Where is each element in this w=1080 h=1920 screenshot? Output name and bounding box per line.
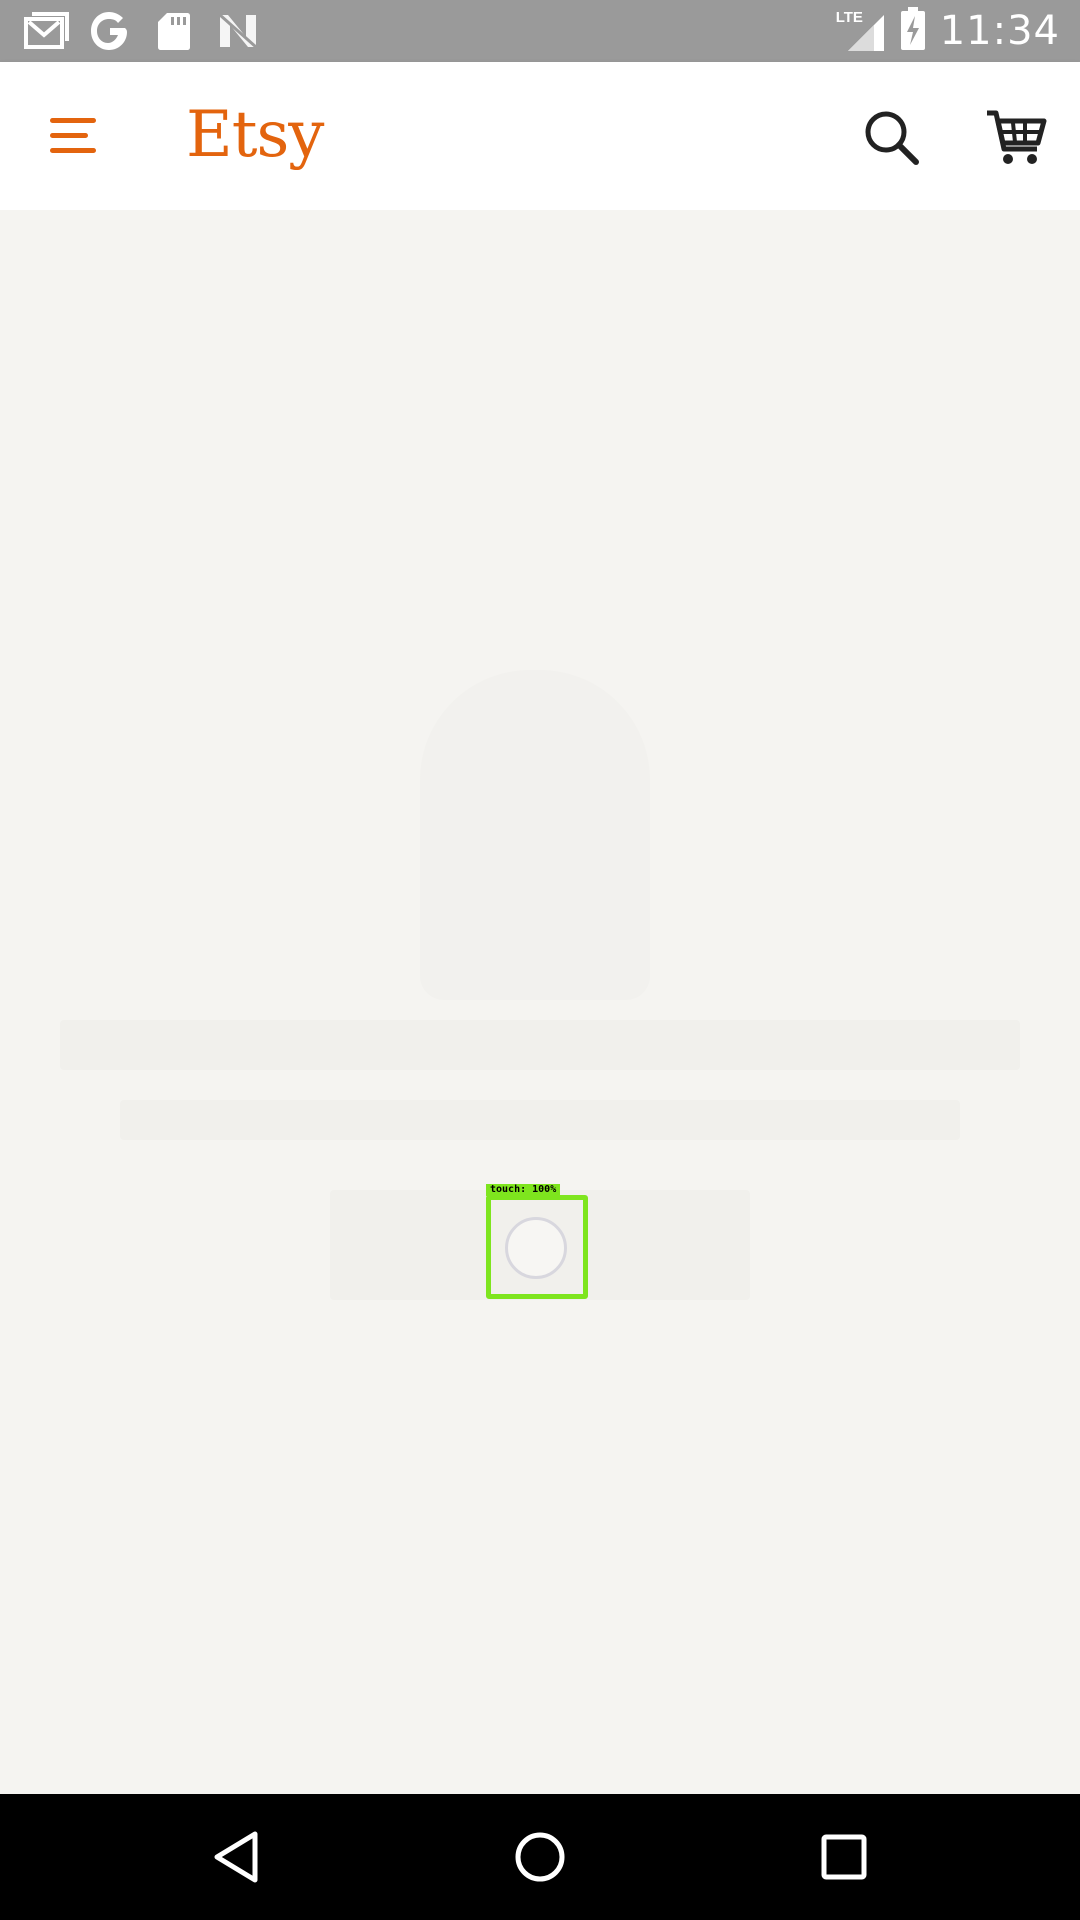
menu-icon [50,118,96,153]
signal-icon: LTE [836,9,886,53]
cart-icon [987,110,1047,164]
clock: 11:34 [939,8,1060,54]
home-icon [515,1832,565,1882]
recents-button[interactable] [808,1821,880,1893]
n-icon [214,8,262,54]
search-button[interactable] [856,102,928,174]
gmail-icon [22,8,70,54]
sd-card-icon [150,8,198,54]
back-icon [214,1831,258,1883]
google-icon [86,8,134,54]
notification-icons [22,8,262,54]
faded-illustration [420,670,650,1000]
navigation-bar [0,1794,1080,1920]
battery-charging-icon [900,6,926,56]
system-status: LTE 11:34 [836,6,1060,56]
home-button[interactable] [504,1821,576,1893]
faded-text-placeholder [120,1100,960,1140]
status-bar: LTE 11:34 [0,0,1080,62]
cart-button[interactable] [976,102,1056,174]
back-button[interactable] [200,1821,272,1893]
app-bar: Etsy [0,62,1080,210]
faded-text-placeholder [60,1020,1020,1070]
recents-icon [821,1834,867,1880]
search-icon [865,111,919,165]
loading-spinner-icon [505,1217,567,1279]
content-area [0,210,1080,1794]
etsy-logo[interactable]: Etsy [186,98,324,172]
menu-button[interactable] [36,102,112,170]
